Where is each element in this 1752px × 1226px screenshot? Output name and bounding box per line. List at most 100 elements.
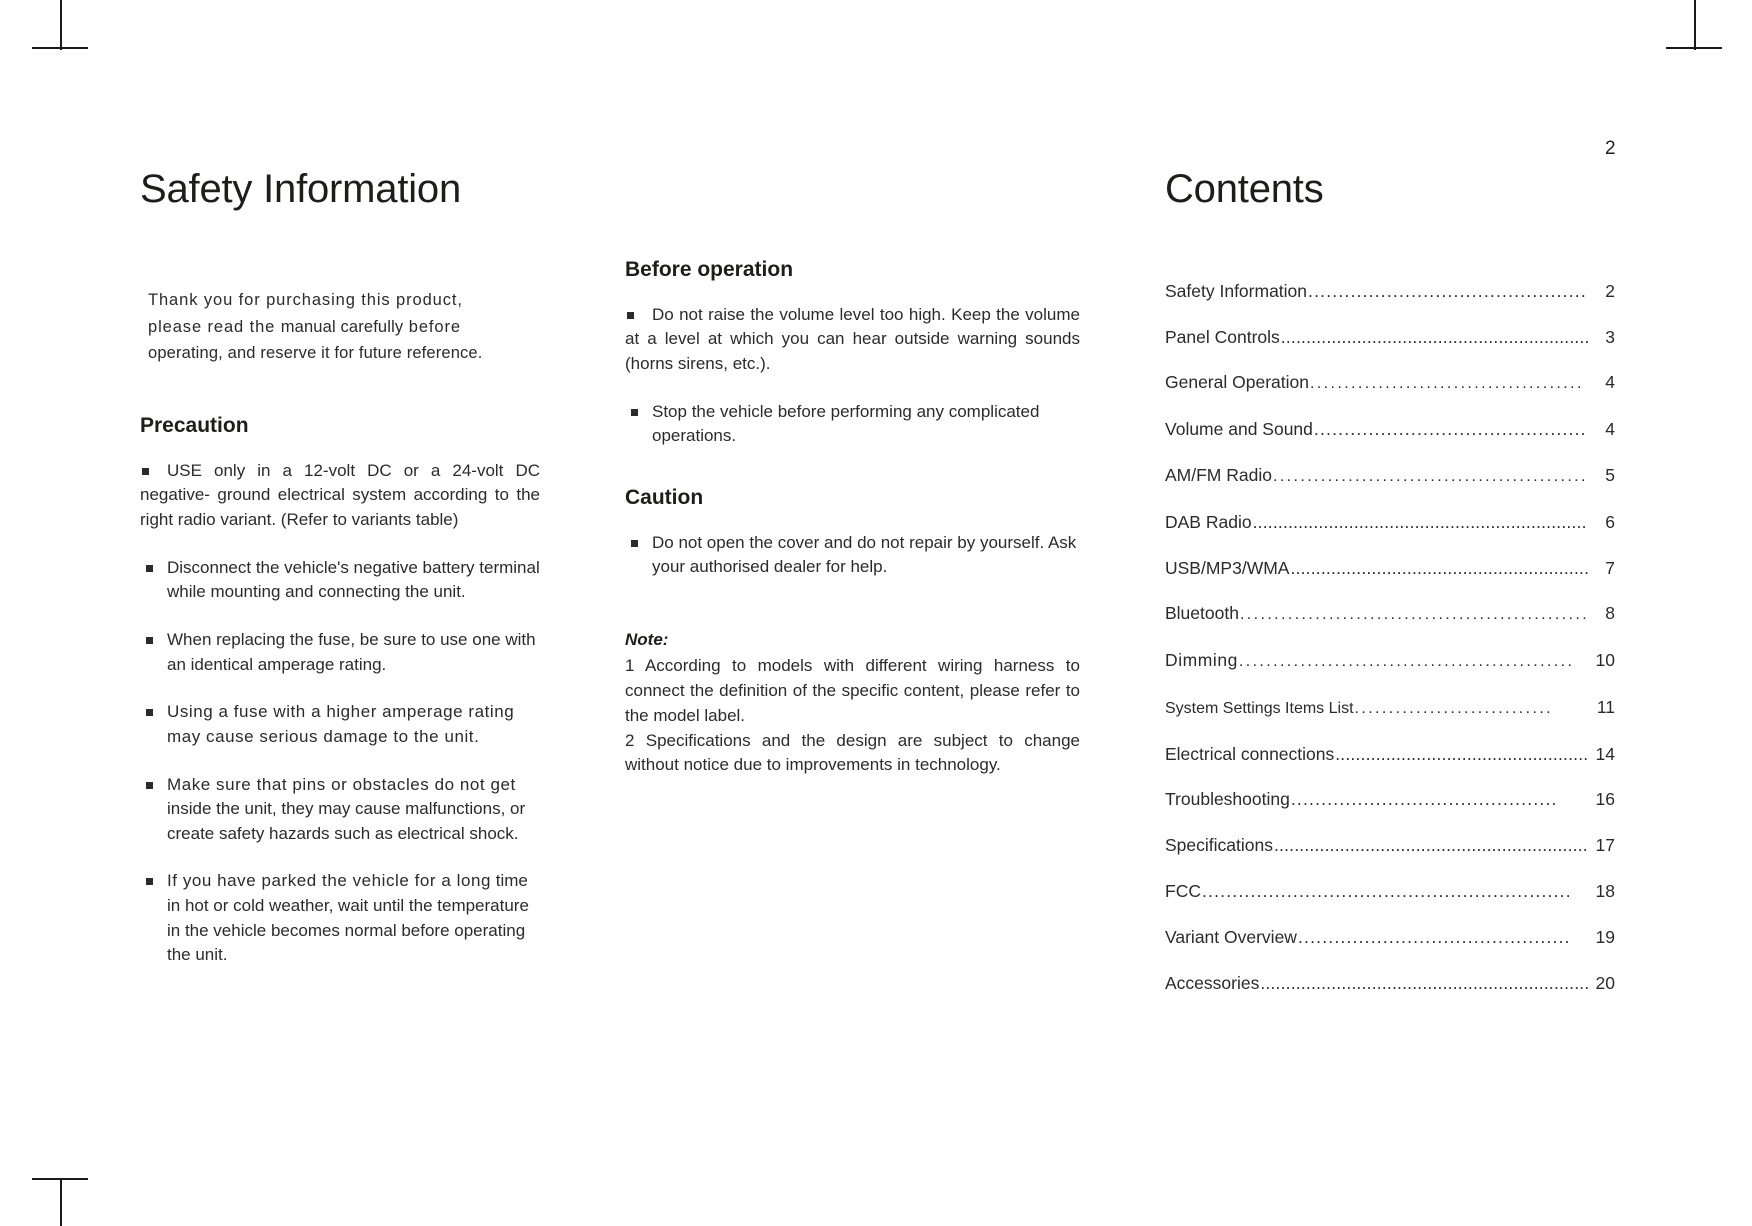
- toc-entry-page: 5: [1605, 465, 1615, 486]
- toc-entry-page: 6: [1605, 511, 1615, 532]
- toc-entry-label: Specifications: [1165, 835, 1273, 856]
- list-item[interactable]: Safety Information .....................…: [1165, 279, 1615, 304]
- toc-entry-label: Electrical connections: [1165, 743, 1335, 764]
- intro-line-2-a: please read the: [148, 317, 281, 336]
- precaution-3-lead: Using a fuse with a higher amperage rati…: [167, 702, 515, 722]
- precaution-heading: Precaution: [140, 413, 249, 437]
- toc-leader-dots: ........................................…: [1252, 511, 1588, 532]
- precaution-0-lead: USE only in a 12-volt DC or a 24-volt DC: [167, 460, 540, 480]
- toc-entry-label: Panel Controls: [1165, 326, 1280, 347]
- toc-entry-page: 4: [1605, 372, 1615, 393]
- toc-leader-dots: ........................................…: [1273, 835, 1588, 856]
- toc-entry-page: 8: [1605, 603, 1615, 624]
- toc-entry-label: DAB Radio: [1165, 511, 1252, 532]
- toc-entry-page: 17: [1595, 835, 1615, 856]
- list-item[interactable]: General Operation ......................…: [1165, 370, 1615, 396]
- list-item: When replacing the fuse, be sure to use …: [140, 628, 540, 677]
- toc-entry-label: Volume and Sound: [1165, 419, 1313, 440]
- crop-mark-top-left-horizontal: [32, 47, 88, 49]
- toc-entry-page: 11: [1596, 696, 1615, 717]
- list-item: Do not raise the volume level too high. …: [625, 303, 1080, 377]
- toc-leader-dots: ........................................…: [1238, 653, 1575, 671]
- caution-heading: Caution: [625, 486, 704, 510]
- precaution-2-lead: When replacing the fuse, be sure to use …: [167, 629, 501, 649]
- precaution-0-rest: negative- ground electrical system accor…: [140, 485, 540, 530]
- before-operation-item-0: Do not raise the volume level too high. …: [625, 304, 1080, 374]
- before-operation-heading: Before operation: [625, 258, 794, 281]
- list-item[interactable]: System Settings Items List .............…: [1165, 695, 1615, 721]
- toc-entry-page: 10: [1595, 650, 1615, 671]
- toc-entry-page: 20: [1595, 972, 1615, 993]
- intro-line-1: Thank you for purchasing this product,: [148, 290, 463, 309]
- list-item: Disconnect the vehicle's negative batter…: [140, 556, 540, 605]
- toc-entry-page: 16: [1595, 789, 1615, 810]
- toc-leader-dots: ........................................…: [1308, 280, 1588, 301]
- list-item[interactable]: Troubleshooting ........................…: [1165, 787, 1615, 812]
- toc-entry-page: 4: [1605, 419, 1615, 440]
- toc-entry-page: 18: [1595, 881, 1615, 902]
- toc-leader-dots: ........................................…: [1239, 606, 1588, 624]
- toc-entry-label: USB/MP3/WMA: [1165, 557, 1290, 578]
- list-item[interactable]: Bluetooth ..............................…: [1165, 601, 1615, 627]
- list-item[interactable]: Variant Overview .......................…: [1165, 925, 1615, 950]
- crop-mark-bottom-left-horizontal: [32, 1178, 88, 1180]
- toc-entry-page: 14: [1595, 743, 1615, 764]
- toc-entry-page: 19: [1595, 926, 1615, 947]
- precaution-1-lead: Disconnect the vehicle's negative batter…: [167, 557, 475, 577]
- before-operation-item-1: Stop the vehicle before performing any c…: [652, 401, 1040, 446]
- toc-entry-label: Safety Information: [1165, 280, 1308, 301]
- list-item[interactable]: Dimming ................................…: [1165, 648, 1615, 674]
- crop-mark-bottom-left-vertical: [60, 1178, 62, 1226]
- list-item: Stop the vehicle before performing any c…: [625, 400, 1080, 449]
- list-item[interactable]: DAB Radio ..............................…: [1165, 510, 1615, 535]
- toc-entry-page: 2: [1605, 280, 1615, 301]
- list-item[interactable]: FCC ....................................…: [1165, 879, 1615, 904]
- safety-information-column: Safety Information Thank you for purchas…: [140, 142, 540, 991]
- caution-item-0: Do not open the cover and do not repair …: [652, 532, 1077, 577]
- list-item[interactable]: Panel Controls .........................…: [1165, 325, 1615, 350]
- before-operation-column: Before operation Do not raise the volume…: [625, 255, 1080, 778]
- toc-entry-label: FCC: [1165, 881, 1201, 902]
- toc-entry-label: Accessories: [1165, 972, 1260, 993]
- toc-entry-label: Dimming: [1165, 650, 1238, 671]
- toc-leader-dots: ........................................…: [1201, 881, 1572, 902]
- note-item-0: 1 According to models with different wir…: [625, 656, 1080, 725]
- note-title: Note:: [625, 630, 669, 650]
- crop-mark-top-right-vertical: [1694, 0, 1696, 50]
- crop-mark-top-left-vertical: [60, 0, 62, 50]
- caution-section: Caution Do not open the cover and do not…: [625, 483, 1080, 580]
- list-item: Do not open the cover and do not repair …: [625, 531, 1080, 580]
- toc-leader-dots: .............................: [1354, 699, 1554, 717]
- toc-entry-label: Bluetooth: [1165, 603, 1239, 624]
- precaution-section: Precaution USE only in a 12-volt DC or a…: [140, 411, 540, 968]
- toc-leader-dots: ........................................…: [1260, 972, 1588, 993]
- toc-leader-dots: ........................................…: [1335, 743, 1588, 764]
- list-item[interactable]: USB/MP3/WMA ............................…: [1165, 556, 1615, 581]
- list-item[interactable]: Accessories ............................…: [1165, 971, 1615, 996]
- manual-page: 2 Safety Information Thank you for purch…: [0, 0, 1752, 1226]
- toc-leader-dots: ........................................…: [1297, 926, 1571, 947]
- list-item: USE only in a 12-volt DC or a 24-volt DC…: [140, 459, 540, 533]
- toc-leader-dots: ........................................…: [1290, 789, 1558, 810]
- crop-mark-top-right-horizontal: [1666, 47, 1722, 49]
- toc-leader-dots: ........................................…: [1313, 419, 1588, 440]
- page-title: Safety Information: [140, 166, 462, 211]
- list-item[interactable]: Specifications .........................…: [1165, 833, 1615, 858]
- precaution-5-lead: If you have parked the vehicle for a lon…: [167, 871, 492, 891]
- intro-line-2-c: before: [403, 317, 461, 336]
- contents-title: Contents: [1165, 166, 1324, 211]
- precaution-3-rest: may cause serious damage to the unit.: [167, 726, 480, 746]
- toc-leader-dots: ........................................…: [1272, 468, 1588, 486]
- note-item-1: 2 Specifications and the design are subj…: [625, 730, 1080, 775]
- list-item[interactable]: Electrical connections .................…: [1165, 742, 1615, 767]
- note-section: Note: 1 According to models with differe…: [625, 628, 1080, 778]
- before-operation-list: Do not raise the volume level too high. …: [625, 303, 1080, 449]
- precaution-4-lead: Make sure that pins or obstacles do not …: [167, 774, 516, 794]
- toc-entry-label: General Operation: [1165, 372, 1309, 393]
- list-item[interactable]: AM/FM Radio ............................…: [1165, 463, 1615, 489]
- toc-leader-dots: ........................................: [1309, 375, 1584, 393]
- list-item[interactable]: Volume and Sound .......................…: [1165, 417, 1615, 442]
- caution-list: Do not open the cover and do not repair …: [625, 531, 1080, 580]
- intro-line-2-b: manual carefully: [280, 317, 404, 336]
- toc-entry-label: Troubleshooting: [1165, 789, 1290, 810]
